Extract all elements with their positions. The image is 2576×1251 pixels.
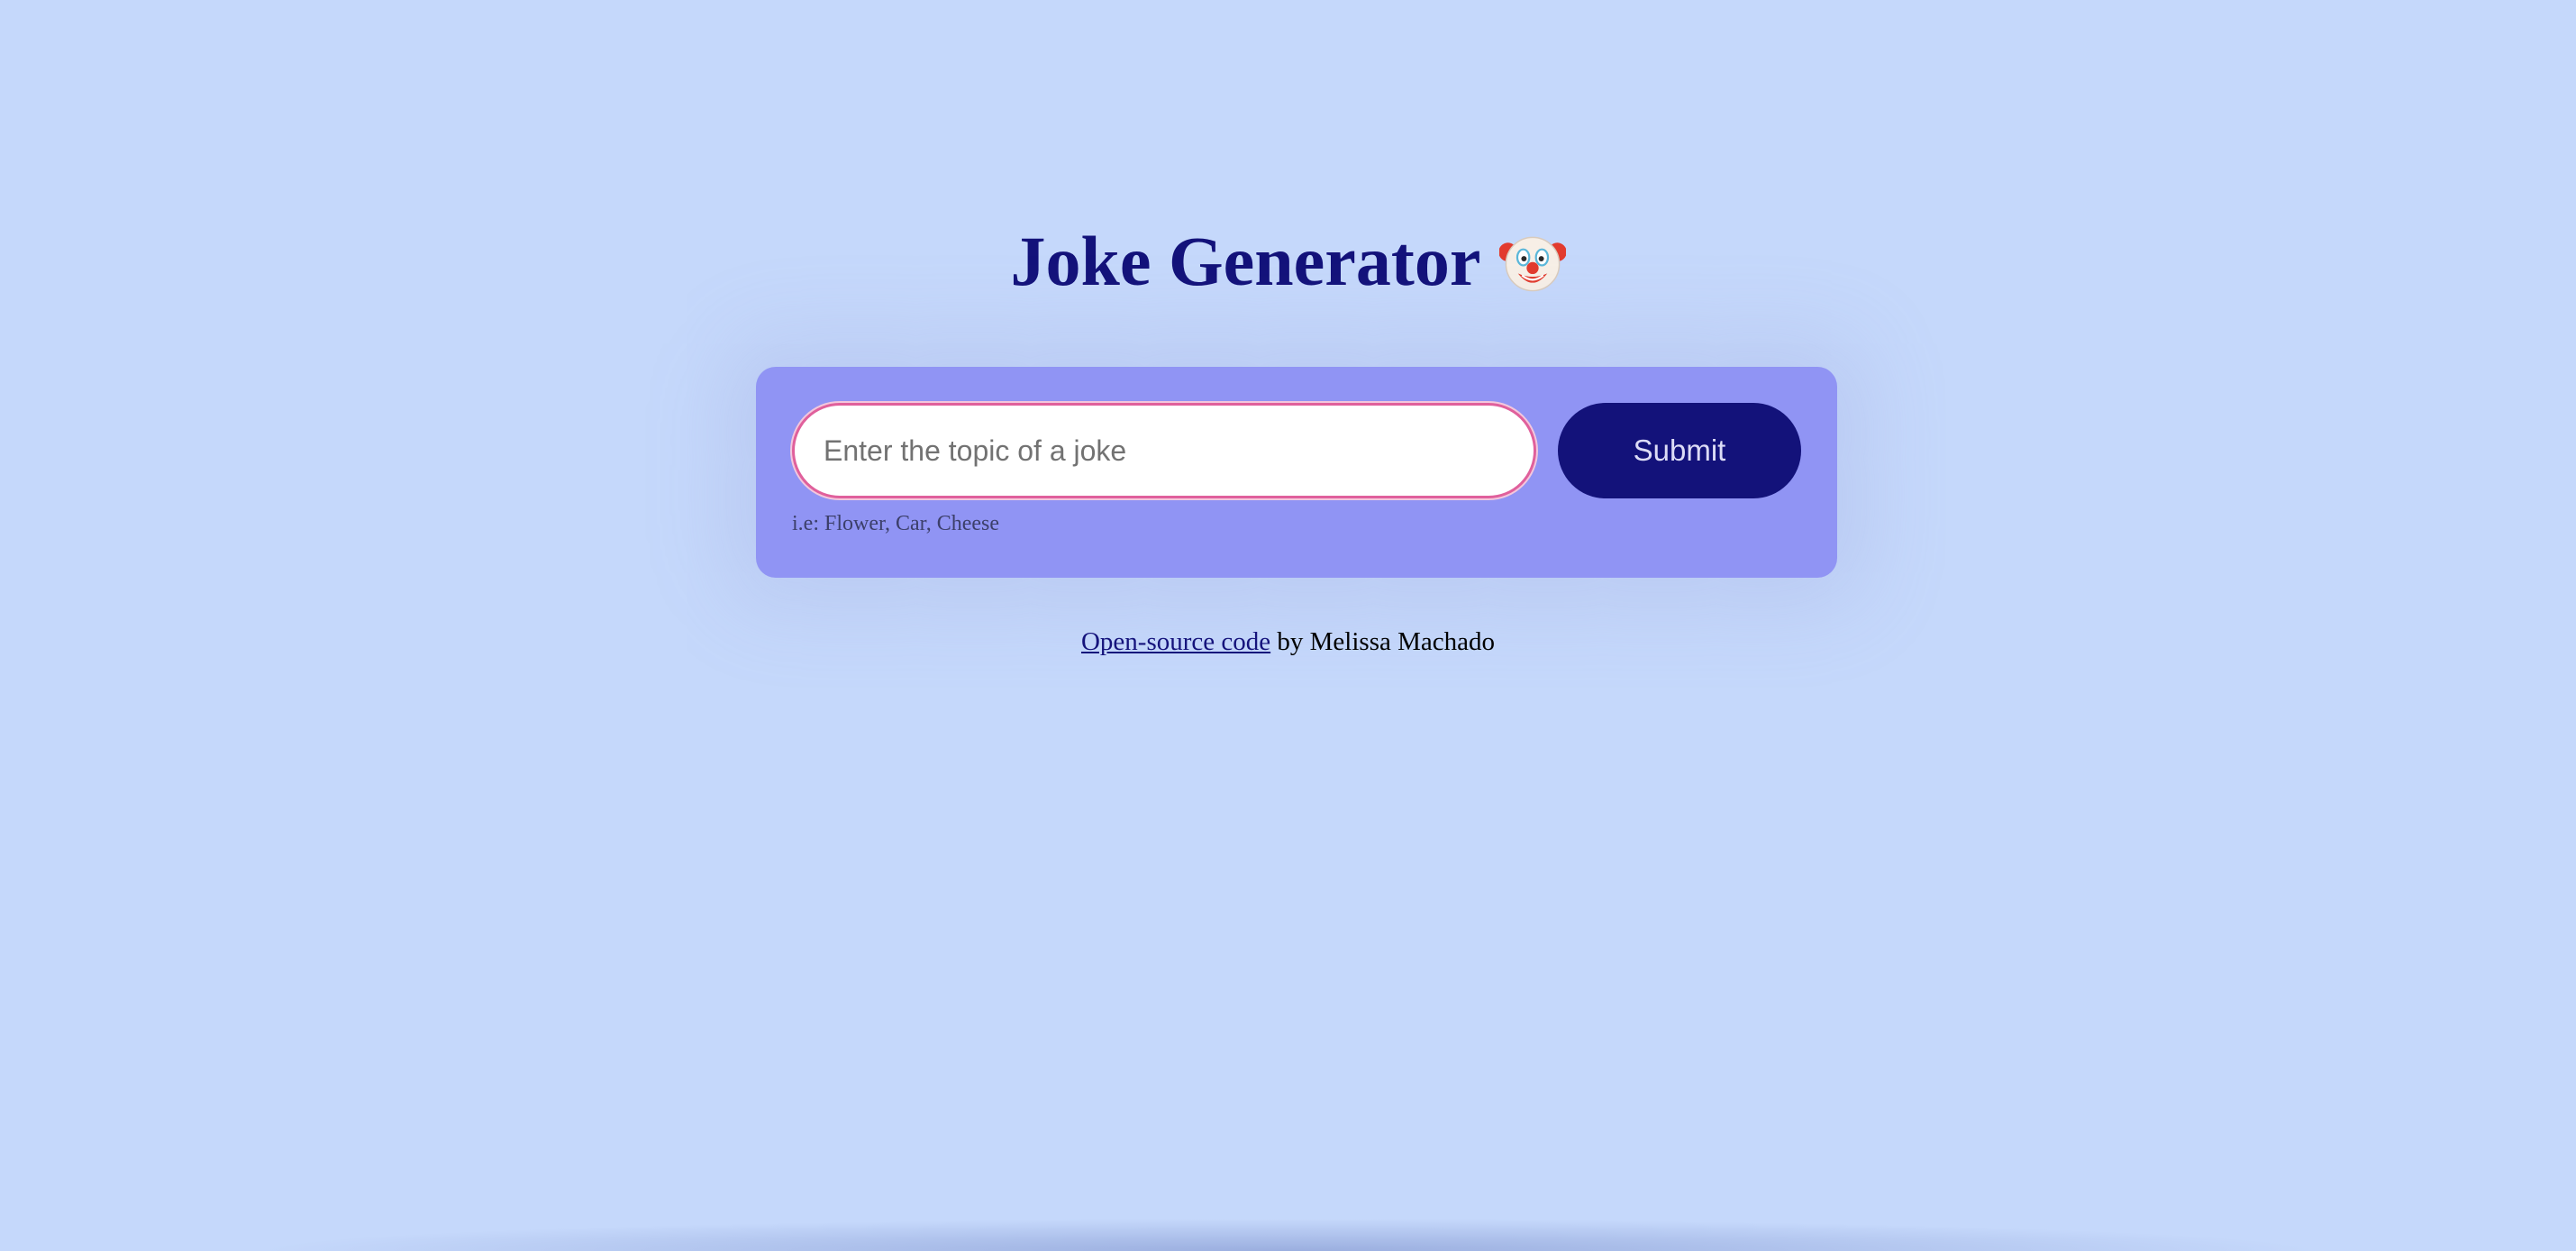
- footer-byline: by Melissa Machado: [1270, 627, 1496, 656]
- page: Joke Generator Submit i.e: Flower, Car, …: [0, 0, 2576, 1251]
- footer: Open-source code by Melissa Machado: [0, 627, 2576, 657]
- clown-face-icon: [1498, 236, 1566, 292]
- submit-button[interactable]: Submit: [1558, 403, 1801, 498]
- page-title: Joke Generator: [0, 216, 2576, 306]
- topic-hint: i.e: Flower, Car, Cheese: [792, 512, 1000, 535]
- page-title-text: Joke Generator: [1010, 222, 1481, 300]
- open-source-code-link[interactable]: Open-source code: [1081, 627, 1270, 656]
- bottom-shadow: [252, 1219, 2325, 1251]
- joke-form-card: Submit i.e: Flower, Car, Cheese: [756, 367, 1837, 578]
- topic-input[interactable]: [792, 403, 1536, 498]
